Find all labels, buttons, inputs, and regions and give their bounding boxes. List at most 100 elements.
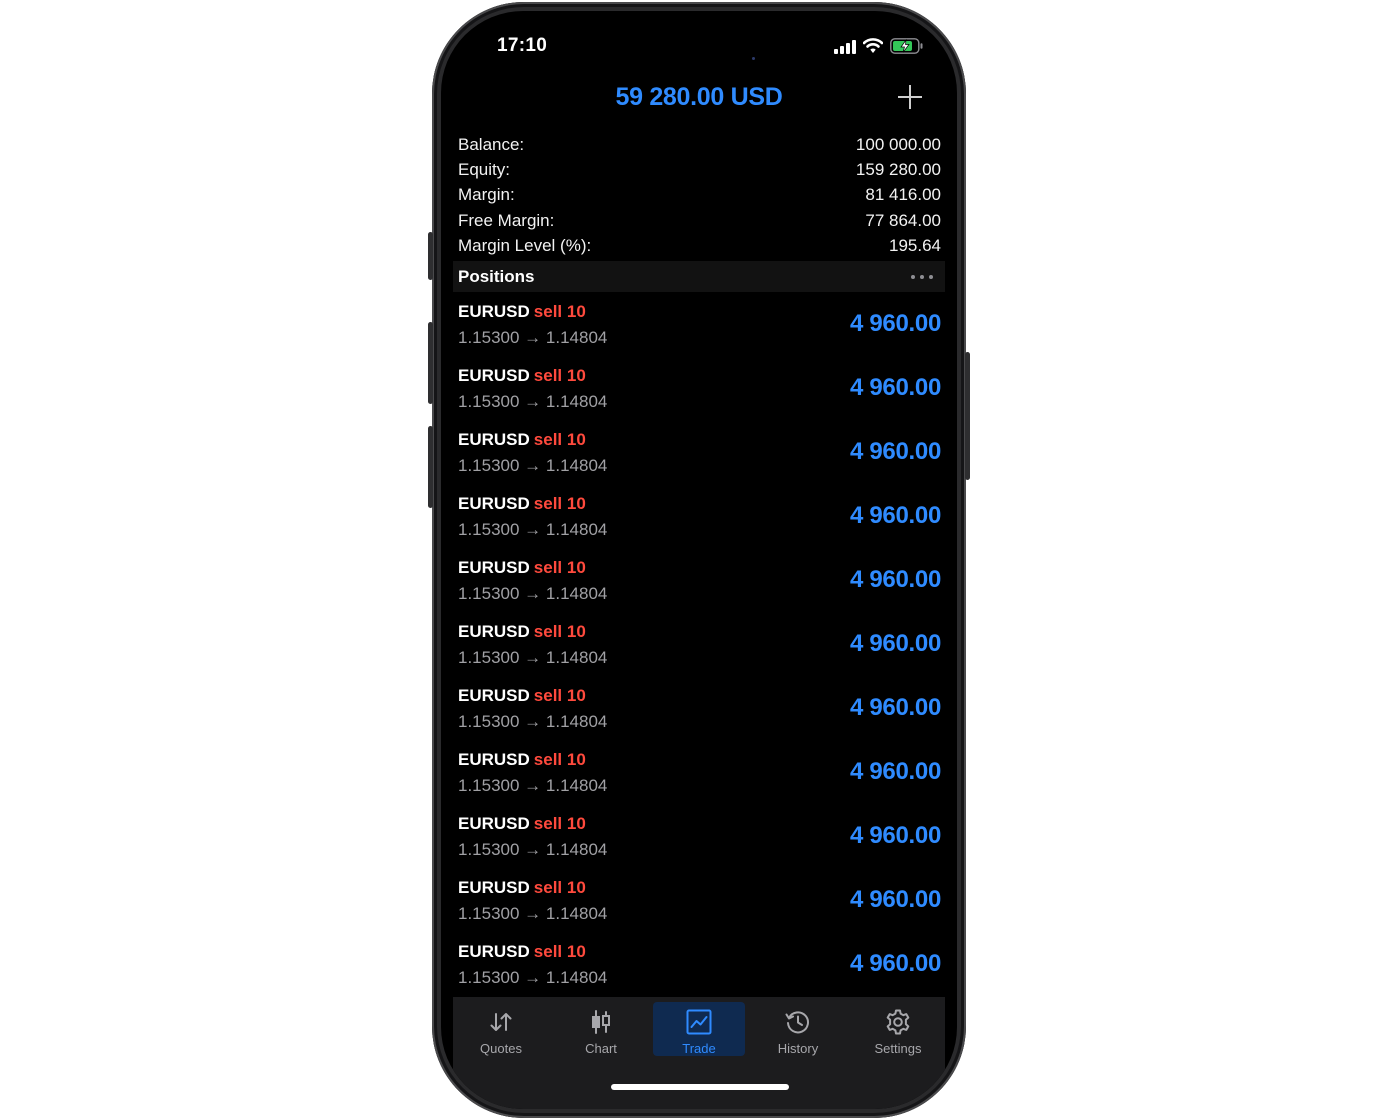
summary-label: Margin Level (%): [458, 235, 592, 255]
position-profit: 4 960.00 [849, 950, 941, 977]
position-symbol: EURUSD [458, 622, 530, 641]
tab-label: Settings [874, 1041, 922, 1056]
position-symbol: EURUSD [458, 686, 530, 705]
position-symbol: EURUSD [458, 494, 530, 513]
positions-title: Positions [458, 266, 535, 286]
status-time: 17:10 [497, 35, 548, 56]
position-side: sell 10 [533, 558, 586, 577]
tab-label: Chart [585, 1041, 617, 1056]
wifi-icon [863, 38, 883, 53]
position-side: sell 10 [533, 878, 586, 897]
position-symbol: EURUSD [458, 878, 530, 897]
position-side: sell 10 [533, 686, 586, 705]
action-button [428, 232, 433, 280]
position-profit: 4 960.00 [849, 374, 941, 401]
plus-icon[interactable] [898, 85, 922, 109]
position-symbol: EURUSD [458, 942, 530, 961]
position-symbol: EURUSD [458, 750, 530, 769]
summary-label: Free Margin: [458, 210, 555, 230]
summary-value: 81 416.00 [865, 185, 941, 205]
more-options-icon[interactable] [911, 269, 933, 285]
position-side: sell 10 [533, 622, 586, 641]
summary-label: Equity: [458, 159, 510, 179]
position-prices: 1.15300 → 1.14804 [458, 840, 608, 859]
position-prices: 1.15300 → 1.14804 [458, 968, 608, 987]
tab-settings[interactable]: Settings [852, 1002, 944, 1056]
position-profit: 4 960.00 [849, 694, 941, 721]
account-balance-title: 59 280.00 USD [615, 83, 783, 111]
position-row[interactable]: EURUSD sell 10 1.15300 → 1.14804 4 960.00 [458, 555, 941, 619]
tab-chart[interactable]: Chart [555, 1002, 647, 1056]
summary-row-free-margin: Free Margin: 77 864.00 [458, 208, 941, 233]
tab-label: Trade [682, 1041, 716, 1056]
volume-down-button [428, 426, 433, 508]
position-row[interactable]: EURUSD sell 10 1.15300 → 1.14804 4 960.00 [458, 811, 941, 875]
position-prices: 1.15300 → 1.14804 [458, 904, 608, 923]
position-row[interactable]: EURUSD sell 10 1.15300 → 1.14804 4 960.00 [458, 747, 941, 811]
position-symbol: EURUSD [458, 814, 530, 833]
positions-section-header: Positions [453, 261, 945, 292]
position-profit: 4 960.00 [849, 886, 941, 913]
summary-row-equity: Equity: 159 280.00 [458, 157, 941, 182]
position-side: sell 10 [533, 814, 586, 833]
summary-row-balance: Balance: 100 000.00 [458, 132, 941, 157]
summary-value: 77 864.00 [865, 210, 941, 230]
battery-charging-icon [890, 38, 923, 54]
position-prices: 1.15300 → 1.14804 [458, 520, 608, 539]
tab-quotes[interactable]: Quotes [455, 1002, 547, 1056]
trade-icon [686, 1009, 712, 1035]
power-button [965, 352, 970, 480]
history-icon [785, 1011, 809, 1034]
position-profit: 4 960.00 [849, 502, 941, 529]
summary-value: 159 280.00 [855, 159, 941, 179]
tab-label: Quotes [480, 1041, 522, 1056]
position-row[interactable]: EURUSD sell 10 1.15300 → 1.14804 4 960.00 [458, 619, 941, 683]
camera-dot [752, 57, 755, 60]
positions-list: EURUSD sell 10 1.15300 → 1.14804 4 960.00… [458, 299, 941, 1003]
summary-value: 195.64 [889, 235, 941, 255]
position-side: sell 10 [533, 942, 586, 961]
summary-row-margin: Margin: 81 416.00 [458, 183, 941, 208]
position-side: sell 10 [533, 750, 586, 769]
position-profit: 4 960.00 [849, 310, 941, 337]
position-prices: 1.15300 → 1.14804 [458, 328, 608, 347]
position-row[interactable]: EURUSD sell 10 1.15300 → 1.14804 4 960.00 [458, 939, 941, 1003]
position-profit: 4 960.00 [849, 566, 941, 593]
position-symbol: EURUSD [458, 558, 530, 577]
account-summary: Balance: 100 000.00 Equity: 159 280.00 M… [458, 132, 941, 258]
position-row[interactable]: EURUSD sell 10 1.15300 → 1.14804 4 960.00 [458, 363, 941, 427]
position-side: sell 10 [533, 430, 586, 449]
position-symbol: EURUSD [458, 302, 530, 321]
position-profit: 4 960.00 [849, 438, 941, 465]
summary-value: 100 000.00 [855, 134, 941, 154]
volume-up-button [428, 322, 433, 404]
position-prices: 1.15300 → 1.14804 [458, 584, 608, 603]
position-row[interactable]: EURUSD sell 10 1.15300 → 1.14804 4 960.00 [458, 683, 941, 747]
position-row[interactable]: EURUSD sell 10 1.15300 → 1.14804 4 960.00 [458, 875, 941, 939]
position-profit: 4 960.00 [849, 758, 941, 785]
position-side: sell 10 [533, 494, 586, 513]
summary-label: Balance: [458, 134, 525, 154]
cellular-signal-icon [834, 39, 856, 54]
position-prices: 1.15300 → 1.14804 [458, 456, 608, 475]
tab-label: History [777, 1041, 819, 1056]
position-side: sell 10 [533, 366, 586, 385]
tab-history[interactable]: History [752, 1002, 844, 1056]
summary-label: Margin: [458, 185, 515, 205]
position-profit: 4 960.00 [849, 822, 941, 849]
settings-gear-icon [886, 1009, 910, 1035]
position-prices: 1.15300 → 1.14804 [458, 648, 608, 667]
home-indicator[interactable] [611, 1084, 789, 1090]
quotes-icon [490, 1013, 512, 1031]
tab-trade[interactable]: Trade [653, 1002, 745, 1056]
phone-screen: 17:10 59 280.00 USD Balance: 100 000.00 … [441, 11, 957, 1109]
candlestick-chart-icon [592, 1010, 610, 1034]
summary-row-margin-level: Margin Level (%): 195.64 [458, 233, 941, 258]
position-symbol: EURUSD [458, 366, 530, 385]
position-row[interactable]: EURUSD sell 10 1.15300 → 1.14804 4 960.00 [458, 491, 941, 555]
position-row[interactable]: EURUSD sell 10 1.15300 → 1.14804 4 960.00 [458, 427, 941, 491]
position-profit: 4 960.00 [849, 630, 941, 657]
position-row[interactable]: EURUSD sell 10 1.15300 → 1.14804 4 960.00 [458, 299, 941, 363]
tab-bar: Quotes Chart Trade History Settings [453, 997, 945, 1109]
position-prices: 1.15300 → 1.14804 [458, 776, 608, 795]
